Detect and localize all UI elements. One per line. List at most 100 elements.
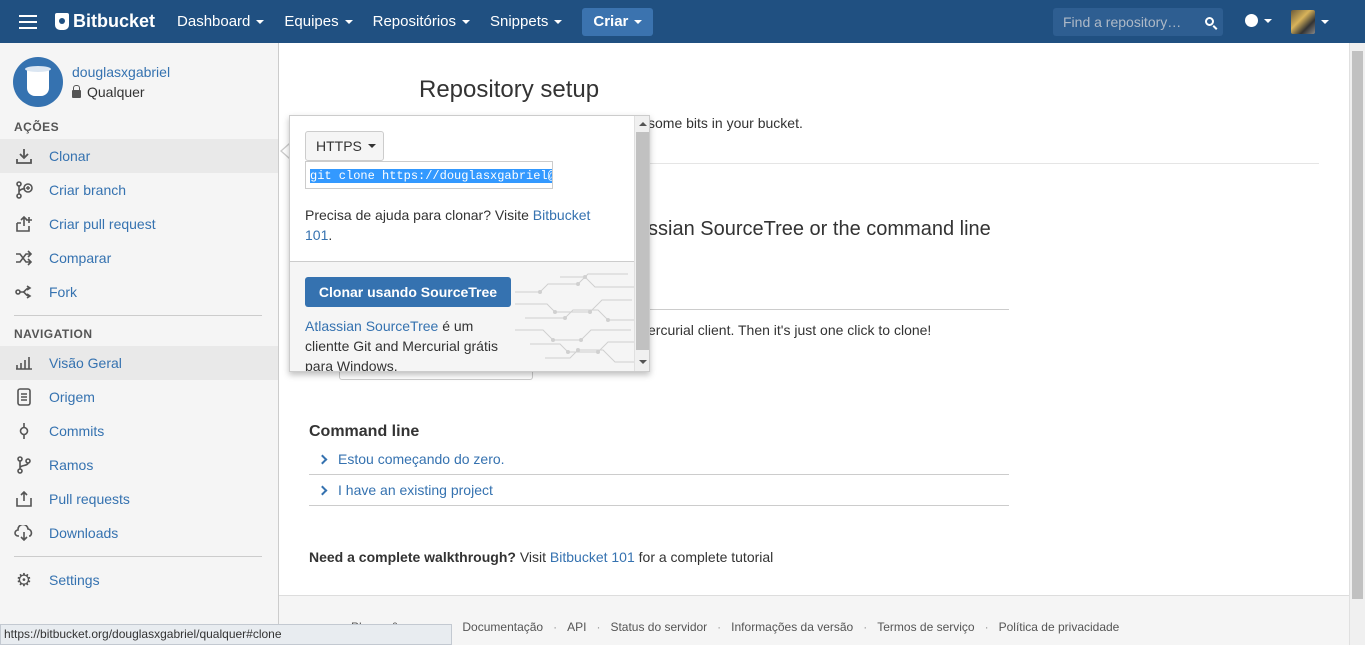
nav-dashboard[interactable]: Dashboard bbox=[167, 0, 274, 43]
gear-icon: ⚙ bbox=[15, 569, 33, 590]
sidebar-item-pull-requests[interactable]: Pull requests bbox=[0, 482, 278, 516]
popup-scrollbar-thumb[interactable] bbox=[636, 132, 649, 350]
divider bbox=[648, 309, 1009, 310]
sidebar-item-label: Ramos bbox=[49, 457, 94, 473]
repo-avatar[interactable] bbox=[13, 57, 63, 107]
chevron-right-icon bbox=[317, 485, 328, 495]
create-button[interactable]: Criar bbox=[582, 7, 654, 36]
clone-in-sourcetree-button[interactable]: Clonar usando SourceTree bbox=[305, 277, 511, 307]
cmd-row-existing-project[interactable]: I have an existing project bbox=[309, 475, 1009, 506]
walkthrough-tail: for a complete tutorial bbox=[634, 549, 774, 565]
notification-icon bbox=[1245, 14, 1258, 27]
protocol-dropdown[interactable]: HTTPS bbox=[305, 131, 384, 161]
sidebar-item-downloads[interactable]: Downloads bbox=[0, 516, 278, 550]
caret-down-icon bbox=[344, 19, 353, 24]
scroll-down-arrow-icon[interactable] bbox=[639, 360, 647, 364]
footer-link-privacy[interactable]: Política de privacidade bbox=[999, 620, 1120, 634]
footer-links: Planos & preços· Documentação· API· Stat… bbox=[351, 620, 1119, 634]
repository-sidebar: douglasxgabriel Qualquer AÇÕES Clonar Cr… bbox=[0, 43, 279, 645]
footer-link-documentation[interactable]: Documentação bbox=[462, 620, 543, 634]
cmd-row-start-from-scratch[interactable]: Estou começando do zero. bbox=[309, 444, 1009, 475]
bucket-icon bbox=[25, 66, 51, 96]
sidebar-item-label: Origem bbox=[49, 389, 95, 405]
sidebar-item-source[interactable]: Origem bbox=[0, 380, 278, 414]
page-scrollbar-thumb[interactable] bbox=[1352, 51, 1363, 599]
sidebar-item-label: Comparar bbox=[49, 250, 112, 266]
footer-link-version-info[interactable]: Informações da versão bbox=[731, 620, 853, 634]
sidebar-item-overview[interactable]: Visão Geral bbox=[0, 346, 278, 380]
repo-owner-link[interactable]: douglasxgabriel bbox=[72, 62, 170, 82]
nav-repositorios[interactable]: Repositórios bbox=[363, 0, 480, 43]
caret-down-icon bbox=[1321, 20, 1329, 24]
cmd-row-label: Estou começando do zero. bbox=[338, 451, 505, 467]
nav-snippets-label: Snippets bbox=[490, 13, 549, 30]
navigation-section-title: NAVIGATION bbox=[14, 327, 93, 341]
compare-icon bbox=[14, 248, 34, 268]
search-placeholder: Find a repository… bbox=[1063, 14, 1182, 30]
lock-icon bbox=[72, 84, 81, 98]
download-icon bbox=[14, 146, 34, 166]
help-text-tail: . bbox=[328, 227, 333, 243]
bitbucket-logo[interactable]: Bitbucket bbox=[55, 11, 155, 32]
caret-down-icon bbox=[256, 19, 265, 24]
sidebar-item-create-pull-request[interactable]: Criar pull request bbox=[0, 207, 278, 241]
sidebar-item-fork[interactable]: Fork bbox=[0, 275, 278, 309]
bucket-icon bbox=[55, 13, 69, 30]
help-text-body: Precisa de ajuda para clonar? Visite bbox=[305, 207, 533, 223]
actions-section-title: AÇÕES bbox=[14, 120, 60, 134]
sourcetree-description: Atlassian SourceTree é um clientte Git a… bbox=[305, 316, 515, 371]
scroll-up-arrow-icon[interactable] bbox=[639, 122, 647, 126]
repo-name-label: Qualquer bbox=[87, 84, 145, 100]
nav-snippets[interactable]: Snippets bbox=[480, 0, 572, 43]
footer-separator: · bbox=[984, 620, 989, 634]
popup-arrow bbox=[280, 143, 290, 159]
sidebar-item-compare[interactable]: Comparar bbox=[0, 241, 278, 275]
page-scrollbar[interactable] bbox=[1349, 43, 1365, 645]
clone-command-input[interactable]: git clone https://douglasxgabriel@bi bbox=[305, 161, 553, 189]
notifications-menu[interactable] bbox=[1245, 14, 1272, 27]
create-button-label: Criar bbox=[593, 13, 629, 30]
source-icon bbox=[14, 387, 34, 407]
sidebar-item-commits[interactable]: Commits bbox=[0, 414, 278, 448]
menu-icon[interactable] bbox=[19, 14, 37, 29]
bitbucket-101-link[interactable]: Bitbucket 101 bbox=[550, 549, 635, 565]
sidebar-divider bbox=[14, 556, 262, 557]
footer-link-terms[interactable]: Termos de serviço bbox=[877, 620, 974, 634]
main-nav: Dashboard Equipes Repositórios Snippets … bbox=[167, 0, 654, 43]
fork-icon bbox=[14, 282, 34, 302]
walkthrough-text: Need a complete walkthrough? Visit Bitbu… bbox=[309, 549, 773, 565]
caret-down-icon bbox=[554, 19, 563, 24]
clone-command-text: git clone https://douglasxgabriel@bi bbox=[310, 169, 552, 183]
sidebar-item-label: Settings bbox=[49, 572, 100, 588]
sidebar-item-label: Visão Geral bbox=[49, 355, 122, 371]
sidebar-item-settings[interactable]: ⚙ Settings bbox=[0, 563, 278, 597]
branches-icon bbox=[14, 455, 34, 475]
repository-search-input[interactable]: Find a repository… bbox=[1053, 8, 1223, 36]
repo-name: Qualquer bbox=[72, 82, 170, 102]
user-menu[interactable] bbox=[1291, 10, 1329, 34]
divider bbox=[648, 163, 1319, 164]
sidebar-item-label: Criar pull request bbox=[49, 216, 156, 232]
page-title: Repository setup bbox=[419, 76, 600, 103]
sourcetree-link[interactable]: Atlassian SourceTree bbox=[305, 318, 438, 334]
caret-down-icon bbox=[462, 19, 470, 24]
repo-header: douglasxgabriel Qualquer bbox=[0, 43, 278, 115]
sidebar-item-create-branch[interactable]: Criar branch bbox=[0, 173, 278, 207]
footer-separator: · bbox=[596, 620, 601, 634]
commit-icon bbox=[14, 421, 34, 441]
sidebar-item-branches[interactable]: Ramos bbox=[0, 448, 278, 482]
footer-link-server-status[interactable]: Status do servidor bbox=[610, 620, 707, 634]
pull-request-icon bbox=[14, 214, 34, 234]
overview-icon bbox=[14, 353, 34, 373]
footer-link-api[interactable]: API bbox=[567, 620, 586, 634]
sidebar-item-label: Criar branch bbox=[49, 182, 127, 198]
nav-equipes-label: Equipes bbox=[284, 13, 339, 30]
clone-help-text: Precisa de ajuda para clonar? Visite Bit… bbox=[305, 205, 615, 245]
sidebar-item-clone[interactable]: Clonar bbox=[0, 139, 278, 173]
section-heading: ssian SourceTree or the command line bbox=[648, 218, 991, 240]
popup-scrollbar[interactable] bbox=[634, 116, 649, 371]
nav-dashboard-label: Dashboard bbox=[177, 13, 251, 30]
nav-equipes[interactable]: Equipes bbox=[274, 0, 362, 43]
clone-dialog: HTTPS git clone https://douglasxgabriel@… bbox=[289, 115, 650, 372]
command-line-title: Command line bbox=[309, 423, 420, 440]
